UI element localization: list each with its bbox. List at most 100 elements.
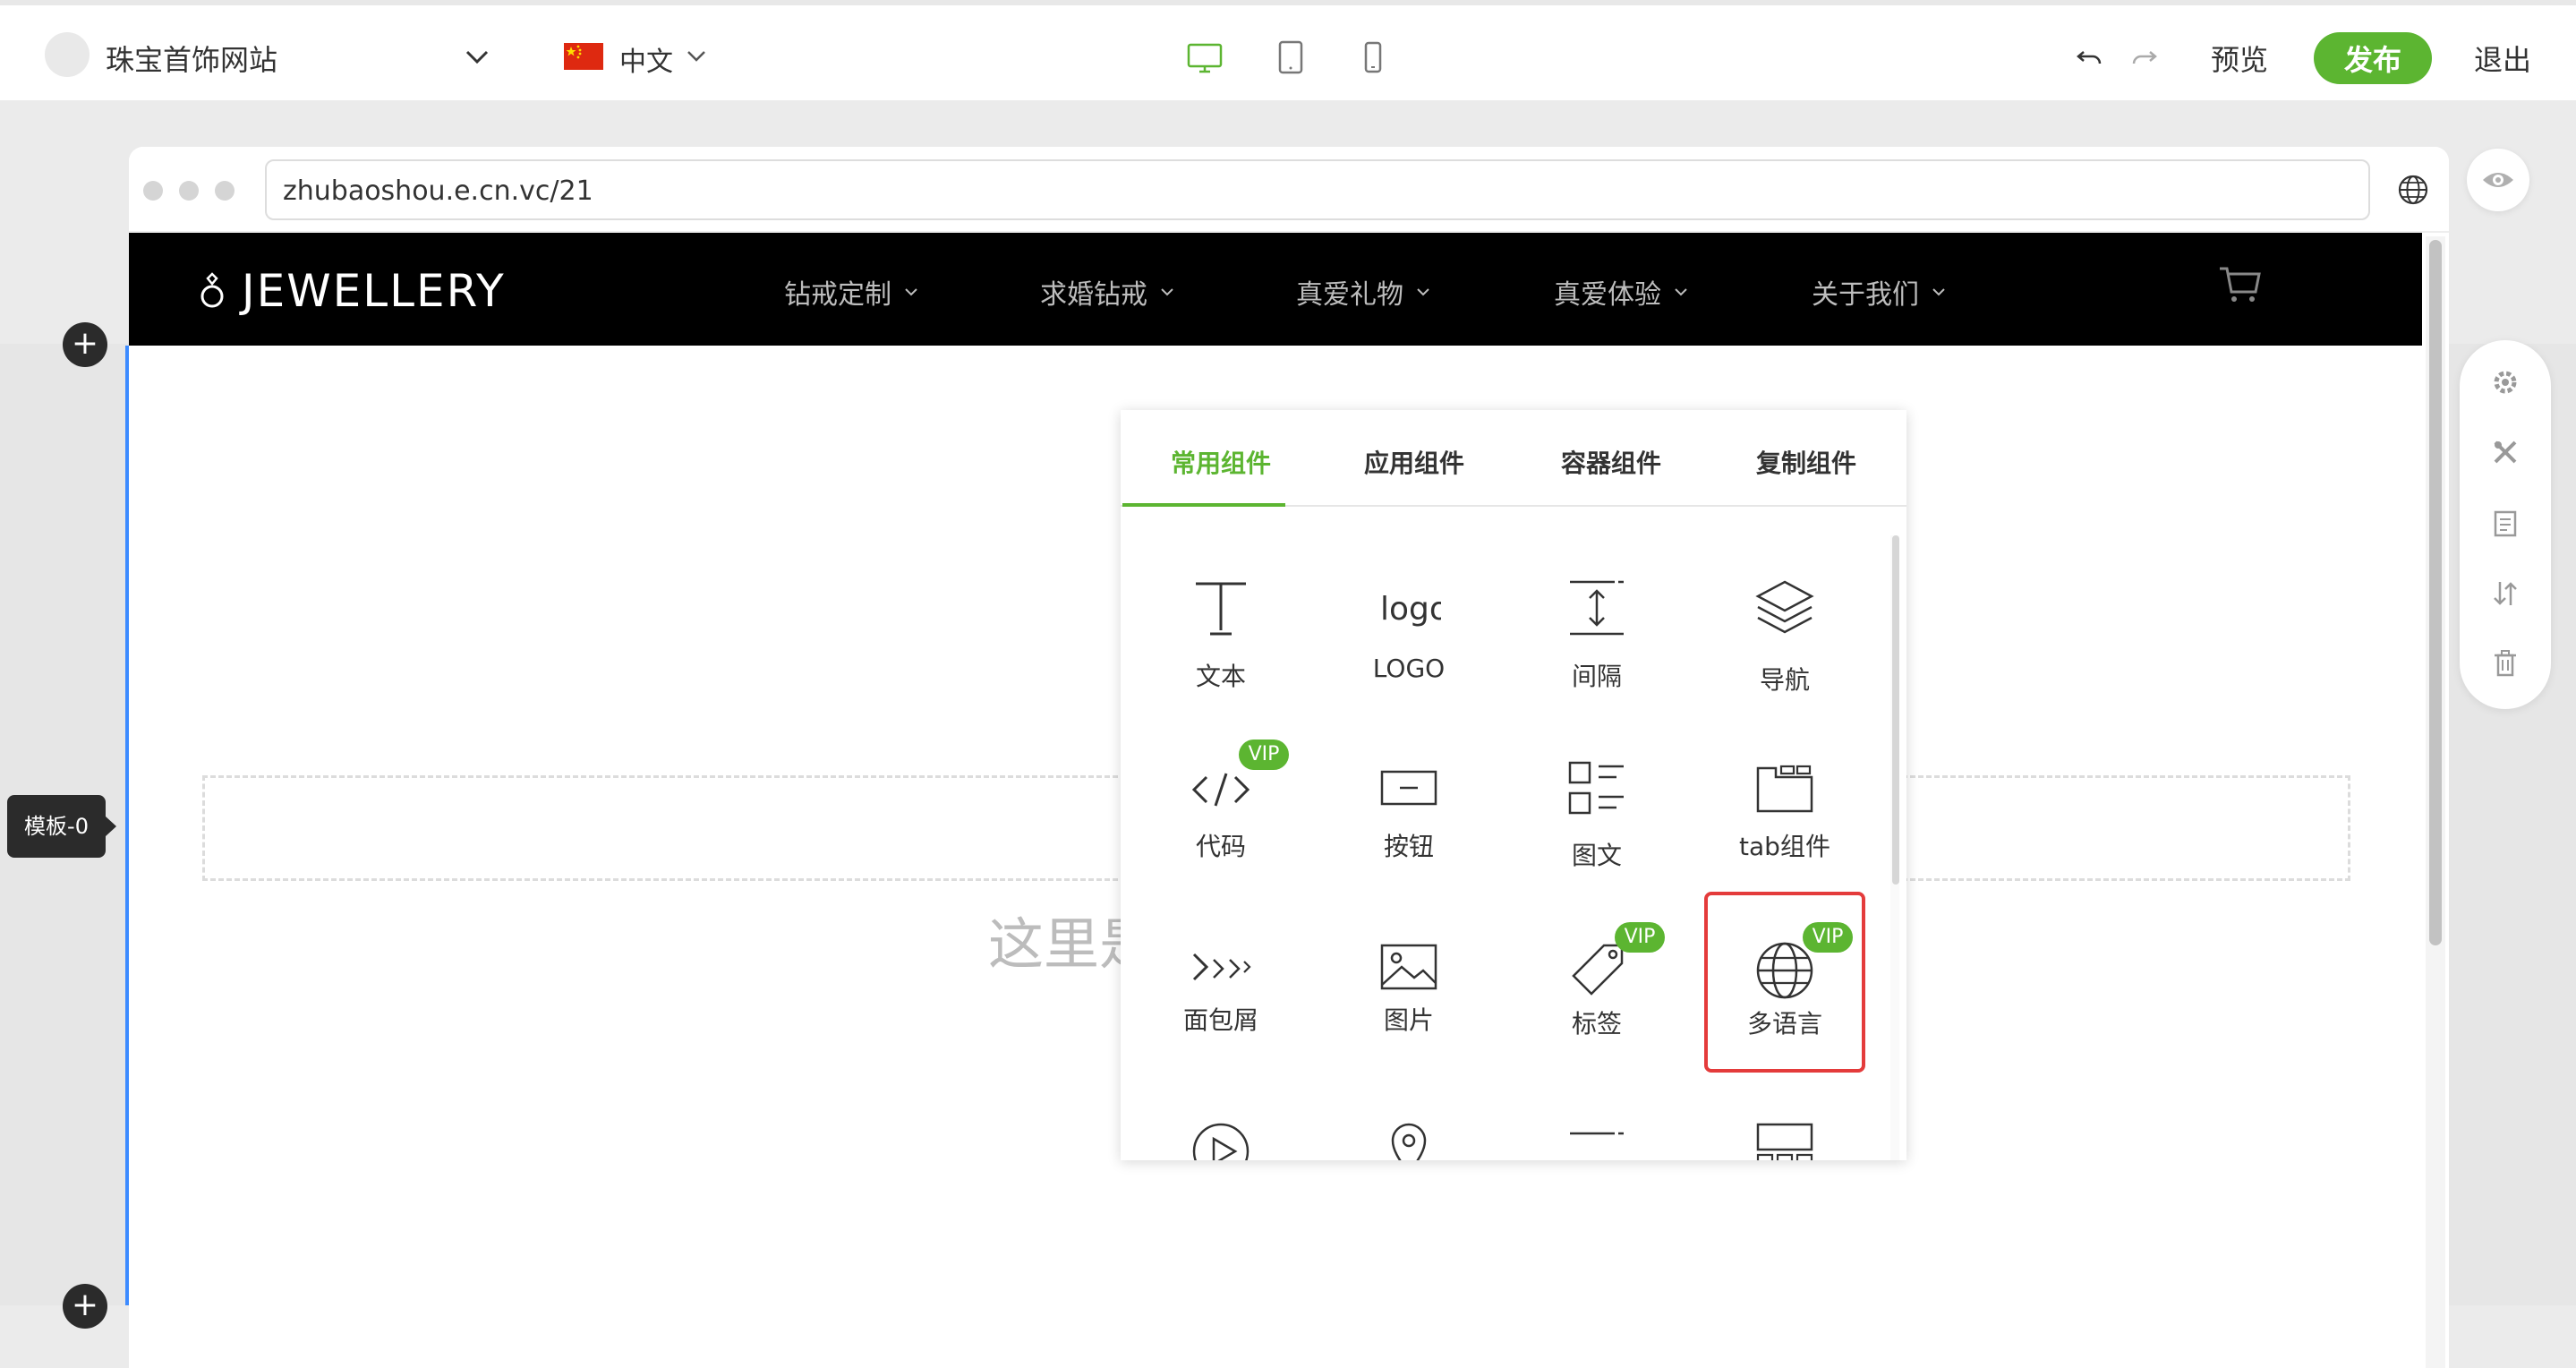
component-navigation[interactable]: 导航 — [1704, 577, 1865, 747]
selection-highlight — [1704, 892, 1865, 1073]
picker-scrollbar-thumb[interactable] — [1892, 535, 1899, 885]
url-text: zhubaoshou.e.cn.vc/21 — [283, 175, 593, 207]
nav-item[interactable]: 关于我们 — [1812, 272, 1919, 312]
globe-icon[interactable] — [2393, 170, 2433, 209]
image-icon — [1380, 944, 1437, 990]
site-logo-text: JEWELLERY — [241, 265, 506, 317]
chevron-down-icon — [905, 288, 917, 296]
layers-icon — [1755, 580, 1814, 634]
add-section-top-button[interactable]: + — [63, 322, 107, 367]
section-guide-line — [125, 346, 129, 1305]
code-icon — [1191, 773, 1250, 807]
logo-icon: logo — [1380, 591, 1441, 628]
component-label: 面包屑 — [1182, 1005, 1258, 1035]
chevron-down-icon — [1675, 288, 1687, 296]
component-logo[interactable]: logo LOGO — [1328, 577, 1489, 747]
spacing-icon — [1570, 580, 1624, 636]
window-dot — [143, 181, 163, 201]
sort-icon[interactable] — [2490, 578, 2521, 609]
divider-icon — [1570, 1132, 1624, 1135]
chevron-down-icon — [1161, 288, 1173, 296]
design-tools-icon[interactable] — [2490, 437, 2521, 467]
trash-icon[interactable] — [2490, 648, 2521, 679]
china-flag-icon[interactable] — [564, 43, 603, 70]
site-logo[interactable]: JEWELLERY — [199, 265, 506, 317]
top-toolbar: 珠宝首饰网站 中文 预览 发布 退出 — [0, 0, 2576, 100]
button-icon — [1380, 770, 1437, 806]
nav-item[interactable]: 真爱礼物 — [1296, 272, 1403, 312]
component-text[interactable]: 文本 — [1140, 577, 1301, 747]
desktop-icon[interactable] — [1185, 38, 1224, 77]
chevron-down-icon — [1932, 288, 1945, 296]
language-selector[interactable]: 中文 — [619, 39, 673, 79]
undo-icon[interactable] — [2075, 41, 2105, 72]
tool-panel — [2460, 340, 2551, 709]
location-pin-icon — [1391, 1123, 1427, 1160]
tab-app-components[interactable]: 应用组件 — [1364, 444, 1464, 480]
redo-icon[interactable] — [2128, 41, 2159, 72]
chevron-down-icon — [1417, 288, 1429, 296]
component-label: 按钮 — [1383, 832, 1434, 861]
nav-item[interactable]: 求婚钻戒 — [1040, 272, 1147, 312]
active-tab-indicator — [1122, 503, 1285, 507]
browser-bar: zhubaoshou.e.cn.vc/21 — [129, 147, 2449, 233]
scrollbar-thumb[interactable] — [2429, 240, 2442, 945]
tab-copy-components[interactable]: 复制组件 — [1756, 444, 1856, 480]
component-video[interactable] — [1140, 1119, 1301, 1160]
component-image-text[interactable]: 图文 — [1516, 757, 1677, 928]
site-name[interactable]: 珠宝首饰网站 — [106, 38, 277, 79]
component-label: 代码 — [1195, 832, 1246, 861]
component-map[interactable] — [1328, 1119, 1489, 1160]
component-spacing[interactable]: 间隔 — [1516, 577, 1677, 747]
component-label: tab组件 — [1739, 832, 1830, 861]
breadcrumb-icon — [1192, 953, 1251, 981]
nav-item[interactable]: 钻戒定制 — [784, 272, 891, 312]
tab-common-components[interactable]: 常用组件 — [1171, 444, 1271, 480]
component-gallery[interactable] — [1704, 1119, 1865, 1160]
exit-button[interactable]: 退出 — [2474, 38, 2531, 79]
gear-icon[interactable] — [2490, 367, 2521, 398]
site-navigation[interactable]: JEWELLERY 钻戒定制 求婚钻戒 真爱礼物 真爱体验 关于我们 — [129, 233, 2422, 346]
component-tag[interactable]: 标签 VIP — [1516, 922, 1677, 1108]
vip-badge: VIP — [1239, 740, 1289, 770]
add-section-bottom-button[interactable]: + — [63, 1284, 107, 1329]
preview-button[interactable]: 预览 — [2211, 38, 2268, 79]
eye-icon — [2483, 173, 2513, 187]
window-dot — [179, 181, 199, 201]
component-label: 图片 — [1383, 1005, 1434, 1035]
component-label: 图文 — [1571, 841, 1622, 870]
document-icon[interactable] — [2490, 509, 2521, 539]
cart-icon[interactable] — [2214, 260, 2265, 310]
component-label: LOGO — [1372, 654, 1446, 683]
image-text-icon — [1568, 761, 1624, 815]
component-label: 标签 — [1571, 1009, 1622, 1039]
vip-badge: VIP — [1615, 922, 1665, 953]
nav-item[interactable]: 真爱体验 — [1554, 272, 1661, 312]
component-label: 导航 — [1759, 665, 1810, 695]
gallery-icon — [1756, 1123, 1813, 1160]
play-icon — [1192, 1123, 1250, 1160]
text-icon — [1196, 582, 1246, 636]
component-breadcrumb[interactable]: 面包屑 — [1140, 938, 1301, 1108]
tab-icon — [1756, 765, 1813, 813]
url-bar[interactable]: zhubaoshou.e.cn.vc/21 — [265, 159, 2370, 220]
chevron-down-icon[interactable] — [684, 43, 709, 68]
logo-glyph: logo — [1380, 591, 1441, 628]
component-divider[interactable] — [1516, 1119, 1677, 1160]
chevron-down-icon[interactable] — [462, 41, 492, 72]
tab-container-components[interactable]: 容器组件 — [1561, 444, 1661, 480]
component-code[interactable]: 代码 VIP — [1140, 740, 1301, 928]
eye-button[interactable] — [2467, 149, 2529, 211]
site-avatar[interactable] — [45, 32, 90, 77]
publish-button[interactable]: 发布 — [2314, 32, 2432, 84]
component-label: 间隔 — [1571, 662, 1622, 691]
window-dot — [215, 181, 235, 201]
tablet-icon[interactable] — [1271, 38, 1310, 77]
ring-icon — [200, 272, 224, 308]
component-label: 文本 — [1195, 662, 1246, 691]
component-button[interactable]: 按钮 — [1328, 757, 1489, 928]
module-tag[interactable]: 模板-0 — [7, 795, 116, 858]
phone-icon[interactable] — [1353, 38, 1393, 77]
picker-tabs: 常用组件 应用组件 容器组件 复制组件 — [1121, 410, 1906, 507]
component-image[interactable]: 图片 — [1328, 938, 1489, 1108]
